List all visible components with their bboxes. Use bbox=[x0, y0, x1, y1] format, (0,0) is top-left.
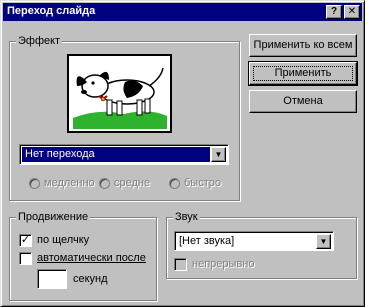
chevron-down-icon[interactable]: ▼ bbox=[211, 147, 226, 162]
effect-group-label: Эффект bbox=[16, 35, 63, 47]
slide-transition-dialog: Переход слайда ? ✕ Эффект Нет перехода ▼… bbox=[0, 0, 365, 307]
close-button[interactable]: ✕ bbox=[344, 5, 360, 19]
sound-group-label: Звук bbox=[173, 211, 200, 223]
speed-slow-label: медленно bbox=[44, 177, 95, 189]
loop-sound-label: непрерывно bbox=[192, 258, 255, 270]
speed-fast-label: быстро bbox=[184, 177, 221, 189]
sound-combobox[interactable]: [Нет звука] ▼ bbox=[174, 231, 334, 251]
title-bar: Переход слайда ? ✕ bbox=[3, 3, 362, 21]
checkmark-icon: ✓ bbox=[20, 234, 31, 246]
apply-to-all-button[interactable]: Применить ко всем bbox=[249, 34, 357, 57]
speed-medium-label: средне bbox=[114, 177, 151, 189]
speed-slow-radio[interactable]: медленно bbox=[29, 177, 95, 189]
effect-combobox[interactable]: Нет перехода ▼ bbox=[19, 144, 229, 165]
speed-medium-radio[interactable]: средне bbox=[99, 177, 150, 189]
on-click-label: по щелчку bbox=[37, 234, 90, 246]
sound-selected-value: [Нет звука] bbox=[179, 235, 235, 247]
radio-icon bbox=[99, 177, 110, 189]
apply-button[interactable]: Применить bbox=[248, 61, 358, 86]
help-button[interactable]: ? bbox=[326, 5, 342, 19]
on-click-checkbox[interactable]: ✓ bbox=[19, 234, 32, 247]
seconds-input[interactable] bbox=[37, 269, 67, 289]
seconds-label: секунд bbox=[73, 273, 108, 285]
auto-advance-label: автоматически после bbox=[37, 252, 146, 264]
dialog-title: Переход слайда bbox=[7, 5, 96, 17]
radio-icon bbox=[29, 177, 40, 189]
loop-sound-checkbox[interactable] bbox=[174, 258, 187, 271]
dog-preview-icon bbox=[69, 56, 170, 131]
transition-preview-image bbox=[67, 54, 172, 133]
chevron-down-icon[interactable]: ▼ bbox=[316, 234, 331, 249]
cancel-button[interactable]: Отмена bbox=[249, 90, 357, 113]
auto-advance-checkbox[interactable] bbox=[19, 252, 32, 265]
focus-rect bbox=[253, 66, 353, 81]
effect-selected-value: Нет перехода bbox=[22, 147, 210, 162]
advance-group-label: Продвижение bbox=[16, 211, 91, 223]
radio-icon bbox=[169, 177, 180, 189]
speed-fast-radio[interactable]: быстро bbox=[169, 177, 221, 189]
